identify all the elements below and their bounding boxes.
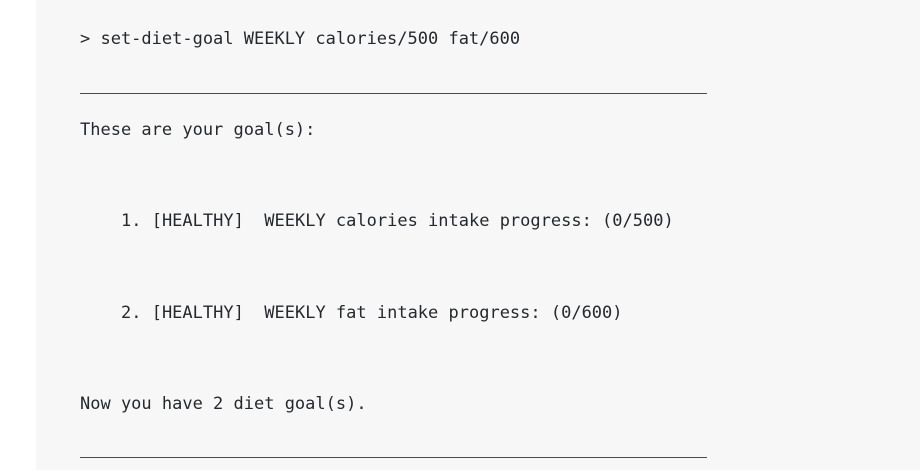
goal-item-fat: 2. [HEALTHY] WEEKLY fat intake progress:… <box>121 303 623 323</box>
command-line: > set-diet-goal WEEKLY calories/500 fat/… <box>80 29 521 49</box>
separator-bottom <box>80 457 707 458</box>
goal-count-message: Now you have 2 diet goal(s). <box>80 394 367 414</box>
goal-item-calories: 1. [HEALTHY] WEEKLY calories intake prog… <box>121 211 674 231</box>
goals-header: These are your goal(s): <box>80 120 316 140</box>
separator-top <box>80 93 707 94</box>
